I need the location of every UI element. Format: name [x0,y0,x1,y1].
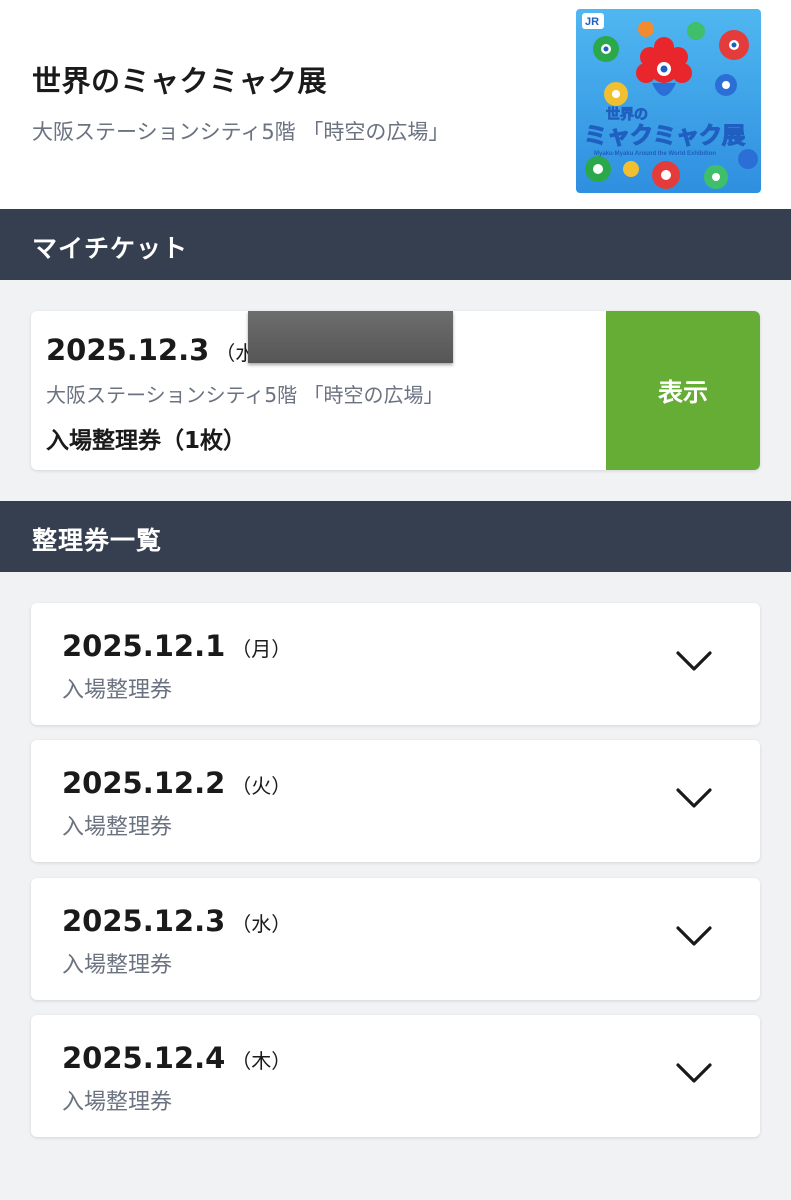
my-ticket-card: 2025.12.3 （水） 大阪ステーションシティ5階 「時空の広場」 入場整理券… [31,311,760,470]
list-item-date: 2025.12.1 （月） [62,629,291,663]
ticket-list-item[interactable]: 2025.12.4 （木） 入場整理券 [31,1015,760,1137]
ticket-list-section-bar: 整理券一覧 [0,501,791,572]
list-item-type: 入場整理券 [62,1090,173,1115]
list-item-date-value: 2025.12.4 [62,1041,226,1075]
list-item-weekday: （月） [231,637,292,661]
ticket-date-value: 2025.12.3 [46,333,210,367]
event-header: 世界のミャクミャク展 大阪ステーションシティ5階 「時空の広場」 JR 世界の … [0,0,791,209]
ticket-venue: 大阪ステーションシティ5階 「時空の広場」 [46,383,444,407]
list-item-date-value: 2025.12.3 [62,904,226,938]
my-tickets-section-bar: マイチケット [0,209,791,280]
svg-text:世界の: 世界の [606,106,648,123]
event-title: 世界のミャクミャク展 [32,64,328,98]
ticket-type: 入場整理券（1枚） [46,428,247,454]
list-item-type: 入場整理券 [62,678,173,703]
chevron-down-icon[interactable] [674,1060,714,1086]
ticket-list-item[interactable]: 2025.12.3 （水） 入場整理券 [31,878,760,1000]
ticket-list-heading: 整理券一覧 [32,526,163,555]
ticket-list-item[interactable]: 2025.12.2 （火） 入場整理券 [31,740,760,862]
svg-text:ミャクミャク展: ミャクミャク展 [584,123,745,149]
svg-text:JR: JR [585,16,599,28]
chevron-down-icon[interactable] [674,648,714,674]
list-item-weekday: （水） [231,912,292,936]
list-item-date: 2025.12.2 （火） [62,766,291,800]
event-venue: 大阪ステーションシティ5階 「時空の広場」 [32,120,450,144]
list-item-type: 入場整理券 [62,953,173,978]
list-item-date: 2025.12.3 （水） [62,904,291,938]
list-item-type: 入場整理券 [62,815,173,840]
list-item-date: 2025.12.4 （木） [62,1041,291,1075]
list-item-weekday: （火） [231,774,292,798]
chevron-down-icon[interactable] [674,785,714,811]
show-ticket-button[interactable]: 表示 [606,311,760,470]
chevron-down-icon[interactable] [674,923,714,949]
ticket-date: 2025.12.3 （水） [46,333,275,367]
redaction-block [248,311,453,363]
ticket-list-item[interactable]: 2025.12.1 （月） 入場整理券 [31,603,760,725]
list-item-weekday: （木） [231,1049,292,1073]
svg-text:Myaku-Myaku Around the World E: Myaku-Myaku Around the World Exhibition [594,151,716,157]
list-item-date-value: 2025.12.2 [62,766,226,800]
my-tickets-heading: マイチケット [32,234,189,263]
list-item-date-value: 2025.12.1 [62,629,226,663]
event-poster-image: JR 世界の ミャクミャク展 Myaku-Myaku Around the Wo… [576,9,761,193]
